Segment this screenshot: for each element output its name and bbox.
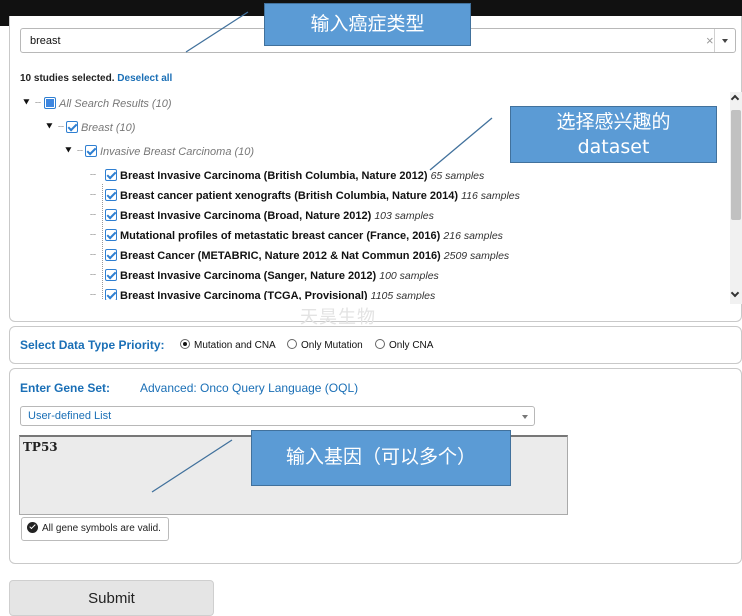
- checkbox-checked-icon[interactable]: [85, 145, 97, 157]
- checkbox-checked-icon[interactable]: [105, 229, 117, 241]
- annotation-enter-genes: 输入基因（可以多个）: [251, 430, 511, 486]
- study-sample-count: 116 samples: [461, 190, 520, 202]
- checkbox-checked-icon[interactable]: [105, 289, 117, 300]
- study-selection-panel: × 10 studies selected. Deselect all ⯆ ┄ …: [9, 16, 742, 322]
- study-sample-count: 216 samples: [443, 230, 503, 242]
- checkbox-checked-icon[interactable]: [105, 209, 117, 221]
- selected-studies-count: 10 studies selected. Deselect all: [20, 73, 172, 84]
- tree-dots: ┄: [35, 98, 42, 109]
- tree-toggle-icon[interactable]: ⯆: [45, 119, 54, 135]
- radio-mutation-and-cna[interactable]: Mutation and CNA: [180, 339, 276, 351]
- study-name: Breast Invasive Carcinoma (Sanger, Natur…: [120, 270, 377, 282]
- study-sample-count: 65 samples: [430, 170, 485, 182]
- radio-label: Only CNA: [389, 340, 434, 351]
- tree-toggle-icon[interactable]: ⯆: [64, 143, 73, 159]
- study-name: Mutational profiles of metastatic breast…: [120, 230, 441, 242]
- search-dropdown-toggle[interactable]: [714, 29, 736, 52]
- annotation-dataset-line2: dataset: [577, 136, 650, 158]
- checkbox-checked-icon[interactable]: [105, 169, 117, 181]
- checkbox-checked-icon[interactable]: [105, 269, 117, 281]
- annotation-cancer-type: 输入癌症类型: [264, 3, 471, 46]
- study-name: Breast Cancer (METABRIC, Nature 2012 & N…: [120, 250, 441, 262]
- tree-dots: ┄: [90, 190, 97, 201]
- data-type-label: Select Data Type Priority:: [20, 338, 165, 352]
- study-list-scrollbar[interactable]: [730, 92, 742, 304]
- tree-dots: ┄: [58, 122, 65, 133]
- gene-list-select[interactable]: User-defined List: [20, 406, 535, 426]
- radio-selected-icon[interactable]: [180, 339, 190, 349]
- checkbox-checked-icon[interactable]: [105, 249, 117, 261]
- caret-down-icon: [522, 415, 528, 419]
- tree-category-label: Breast (10): [81, 122, 136, 134]
- study-name: Breast Invasive Carcinoma (British Colum…: [120, 170, 428, 182]
- tree-connector-line: [102, 184, 103, 299]
- tree-dots: ┄: [77, 146, 84, 157]
- radio-label: Only Mutation: [301, 340, 363, 351]
- tree-dots: ┄: [90, 230, 97, 241]
- selected-count-text: 10 studies selected.: [20, 73, 115, 84]
- tree-toggle-icon[interactable]: ⯆: [22, 95, 31, 111]
- tree-dots: ┄: [90, 170, 97, 181]
- tree-dots: ┄: [90, 270, 97, 281]
- tree-root-label: All Search Results (10): [59, 98, 172, 110]
- caret-down-icon: [722, 39, 728, 43]
- study-sample-count: 100 samples: [379, 270, 439, 282]
- gene-validation-status: All gene symbols are valid.: [21, 517, 169, 541]
- radio-label: Mutation and CNA: [194, 340, 276, 351]
- tree-dots: ┄: [90, 250, 97, 261]
- checkbox-partial-icon[interactable]: [44, 97, 56, 109]
- checkbox-checked-icon[interactable]: [105, 189, 117, 201]
- scrollbar-thumb[interactable]: [731, 110, 741, 220]
- tree-dots: ┄: [90, 290, 97, 300]
- checkbox-checked-icon[interactable]: [66, 121, 78, 133]
- check-circle-icon: [27, 522, 38, 533]
- annotation-dataset-line1: 选择感兴趣的: [556, 111, 671, 133]
- study-sample-count: 1105 samples: [370, 290, 436, 300]
- study-name: Breast cancer patient xenografts (Britis…: [120, 190, 459, 202]
- data-type-panel: Select Data Type Priority: Mutation and …: [9, 326, 742, 364]
- tree-dots: ┄: [90, 210, 97, 221]
- study-sample-count: 2509 samples: [443, 250, 510, 262]
- radio-only-mutation[interactable]: Only Mutation: [287, 339, 363, 351]
- radio-icon[interactable]: [287, 339, 297, 349]
- oql-advanced-link[interactable]: Advanced: Onco Query Language (OQL): [140, 381, 358, 395]
- gene-set-label: Enter Gene Set:: [20, 381, 111, 395]
- deselect-all-link[interactable]: Deselect all: [117, 73, 172, 84]
- annotation-select-dataset: 选择感兴趣的 dataset: [510, 106, 717, 163]
- radio-only-cna[interactable]: Only CNA: [375, 339, 433, 351]
- scroll-up-icon[interactable]: [730, 94, 740, 104]
- scroll-down-icon[interactable]: [730, 288, 740, 298]
- gene-list-selected-value: User-defined List: [28, 410, 112, 422]
- validation-message: All gene symbols are valid.: [42, 523, 161, 534]
- study-name: Breast Invasive Carcinoma (TCGA, Provisi…: [120, 290, 368, 300]
- study-name: Breast Invasive Carcinoma (Broad, Nature…: [120, 210, 372, 222]
- submit-button[interactable]: Submit: [9, 580, 214, 616]
- tree-subcategory-label: Invasive Breast Carcinoma (10): [100, 146, 255, 158]
- clear-search-icon[interactable]: ×: [706, 33, 714, 48]
- study-sample-count: 103 samples: [374, 210, 434, 222]
- radio-icon[interactable]: [375, 339, 385, 349]
